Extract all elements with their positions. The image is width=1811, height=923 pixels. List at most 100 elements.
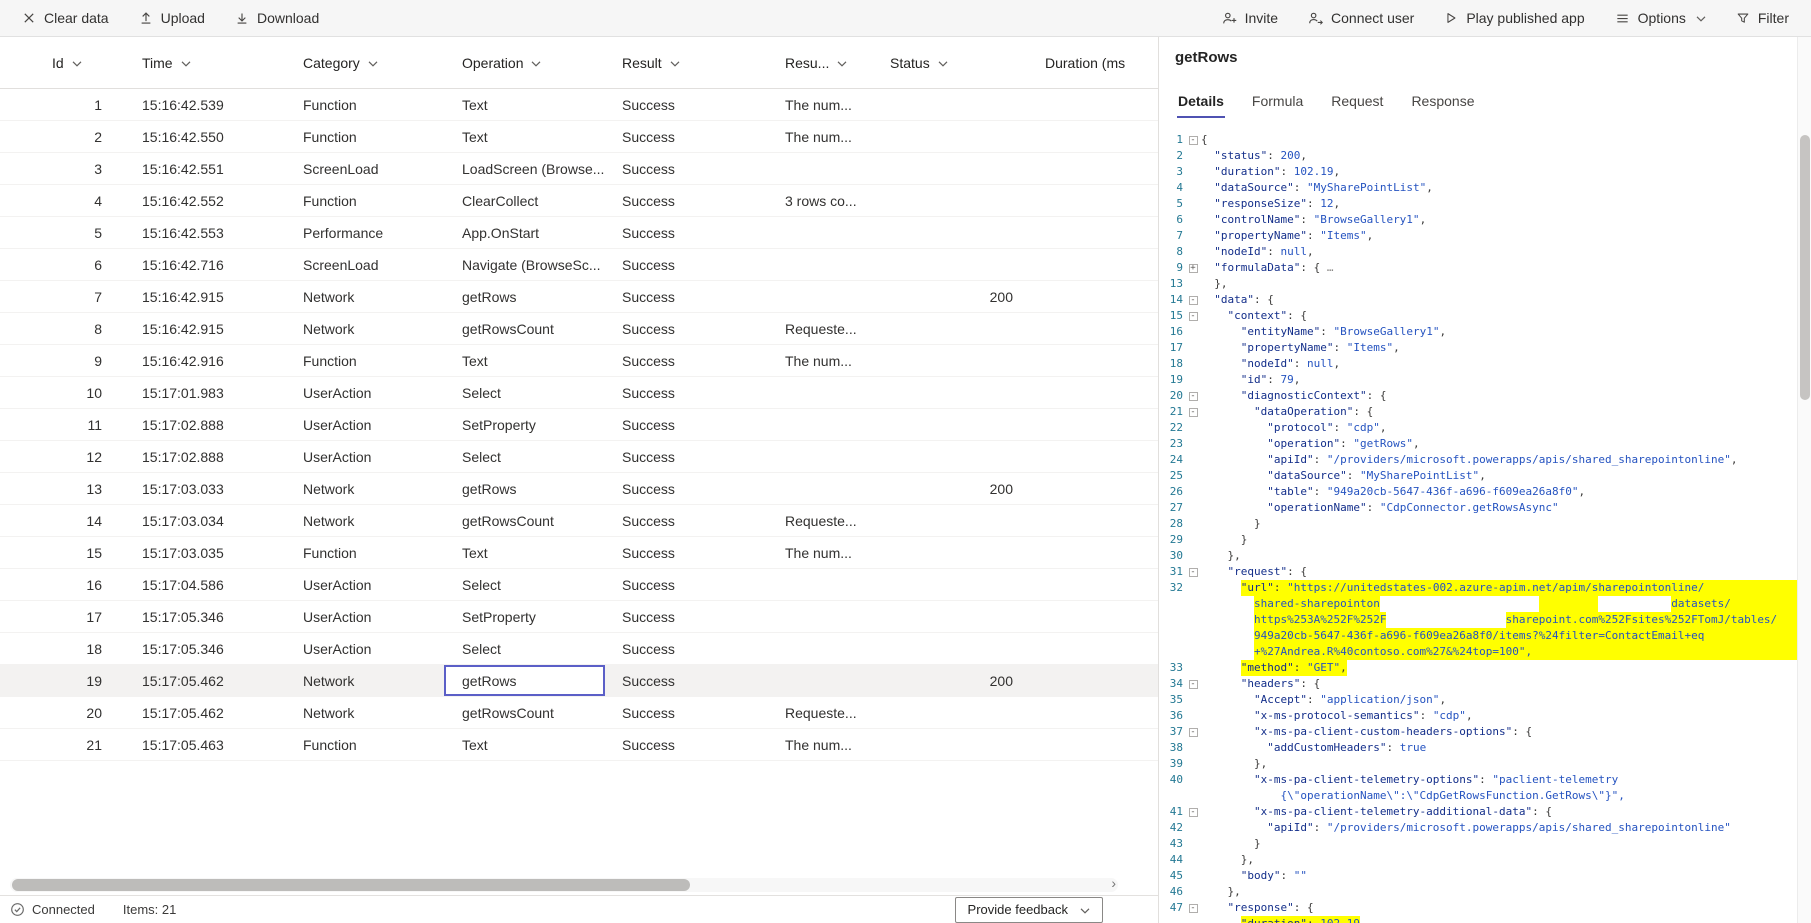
status-bar-left: Connected Items: 21	[10, 902, 176, 917]
collapse-icon[interactable]: -	[1189, 728, 1198, 737]
table-row[interactable]: 1115:17:02.888UserActionSetPropertySucce…	[0, 409, 1158, 441]
invite-button[interactable]: Invite	[1212, 3, 1288, 33]
collapse-icon[interactable]: -	[1189, 392, 1198, 401]
code-line-content: "propertyName": "Items",	[1201, 228, 1797, 244]
table-row[interactable]: 115:16:42.539FunctionTextSuccessThe num.…	[0, 89, 1158, 121]
column-header-id[interactable]: Id	[0, 37, 120, 88]
column-header-operation[interactable]: Operation	[444, 37, 605, 88]
table-row[interactable]: 1515:17:03.035FunctionTextSuccessThe num…	[0, 537, 1158, 569]
cell-duration	[1025, 569, 1158, 600]
code-token: "BrowseGallery1"	[1333, 324, 1439, 340]
expand-icon[interactable]: +	[1189, 264, 1198, 273]
table-row[interactable]: 615:16:42.716ScreenLoadNavigate (BrowseS…	[0, 249, 1158, 281]
fold-gutter	[1185, 916, 1201, 923]
code-token: "url"	[1241, 580, 1274, 596]
tab-formula[interactable]: Formula	[1251, 89, 1304, 118]
line-number: 40	[1159, 772, 1185, 788]
table-row[interactable]: 515:16:42.553PerformanceApp.OnStartSucce…	[0, 217, 1158, 249]
horizontal-scrollbar-thumb[interactable]	[12, 879, 690, 891]
indent	[1201, 420, 1267, 436]
indent	[1201, 676, 1241, 692]
table-row[interactable]: 415:16:42.552FunctionClearCollectSuccess…	[0, 185, 1158, 217]
table-row[interactable]: 1915:17:05.462NetworkgetRowsSuccess200	[0, 665, 1158, 697]
column-header-duration[interactable]: Duration (ms	[1025, 37, 1158, 88]
panel-title: getRows	[1175, 49, 1238, 66]
code-line: 20- "diagnosticContext": {	[1159, 388, 1797, 404]
column-header-result[interactable]: Result	[605, 37, 766, 88]
column-header-status[interactable]: Status	[871, 37, 1025, 88]
horizontal-scrollbar[interactable]: ›	[10, 878, 1118, 892]
download-button[interactable]: Download	[225, 3, 329, 33]
fold-gutter	[1185, 660, 1201, 676]
column-header-time[interactable]: Time	[120, 37, 283, 88]
tab-response[interactable]: Response	[1410, 89, 1475, 118]
collapse-icon[interactable]: -	[1189, 312, 1198, 321]
code-line: 39 },	[1159, 756, 1797, 772]
code-line: +%27Andrea.R%40contoso.com%27&%24top=100…	[1159, 644, 1797, 660]
cell-result: Success	[605, 89, 766, 120]
code-token: "responseSize"	[1214, 196, 1307, 212]
code-token: : {	[1512, 724, 1532, 740]
collapse-icon[interactable]: -	[1189, 568, 1198, 577]
cell-result: Success	[605, 729, 766, 760]
table-row[interactable]: 815:16:42.915NetworkgetRowsCountSuccessR…	[0, 313, 1158, 345]
table-row[interactable]: 2015:17:05.462NetworkgetRowsCountSuccess…	[0, 697, 1158, 729]
column-header-category[interactable]: Category	[283, 37, 444, 88]
fold-gutter: -	[1185, 292, 1201, 308]
json-code-viewer[interactable]: 1-{2 "status": 200,3 "duration": 102.19,…	[1159, 132, 1797, 923]
cell-duration	[1025, 217, 1158, 248]
collapse-icon[interactable]: -	[1189, 296, 1198, 305]
line-number: 2	[1159, 148, 1185, 164]
fold-gutter: -	[1185, 804, 1201, 820]
tab-details[interactable]: Details	[1177, 89, 1225, 118]
collapse-icon[interactable]: -	[1189, 904, 1198, 913]
collapse-icon[interactable]: -	[1189, 136, 1198, 145]
filter-button[interactable]: Filter	[1726, 3, 1799, 33]
table-row[interactable]: 215:16:42.550FunctionTextSuccessThe num.…	[0, 121, 1158, 153]
cell-operation[interactable]: getRows	[444, 665, 605, 696]
options-button[interactable]: Options	[1605, 3, 1716, 33]
indent	[1201, 820, 1267, 836]
connect-user-button[interactable]: Connect user	[1298, 3, 1424, 33]
upload-button[interactable]: Upload	[129, 3, 215, 33]
table-row[interactable]: 915:16:42.916FunctionTextSuccessThe num.…	[0, 345, 1158, 377]
collapse-icon[interactable]: -	[1189, 408, 1198, 417]
code-line-content: +%27Andrea.R%40contoso.com%27&%24top=100…	[1201, 644, 1797, 660]
fold-gutter	[1185, 580, 1201, 596]
table-row[interactable]: 1415:17:03.034NetworkgetRowsCountSuccess…	[0, 505, 1158, 537]
table-row[interactable]: 1615:17:04.586UserActionSelectSuccess	[0, 569, 1158, 601]
vertical-scrollbar[interactable]	[1797, 37, 1811, 923]
table-row[interactable]: 1015:17:01.983UserActionSelectSuccess	[0, 377, 1158, 409]
table-row[interactable]: 1215:17:02.888UserActionSelectSuccess	[0, 441, 1158, 473]
table-row[interactable]: 1315:17:03.033NetworkgetRowsSuccess200	[0, 473, 1158, 505]
clear-data-button[interactable]: Clear data	[12, 3, 119, 33]
scroll-right-icon[interactable]: ›	[1111, 875, 1116, 891]
indent	[1201, 708, 1254, 724]
line-number: 46	[1159, 884, 1185, 900]
cell-duration	[1025, 441, 1158, 472]
cell-status	[871, 313, 1025, 344]
fold-gutter	[1185, 212, 1201, 228]
fold-gutter	[1185, 436, 1201, 452]
table-row[interactable]: 715:16:42.915NetworkgetRowsSuccess200	[0, 281, 1158, 313]
provide-feedback-button[interactable]: Provide feedback	[955, 897, 1103, 923]
upload-label: Upload	[161, 10, 205, 26]
line-number: 47	[1159, 900, 1185, 916]
code-token: "body"	[1241, 868, 1281, 884]
cell-result: Success	[605, 537, 766, 568]
table-row[interactable]: 1815:17:05.346UserActionSelectSuccess	[0, 633, 1158, 665]
table-row[interactable]: 1715:17:05.346UserActionSetPropertySucce…	[0, 601, 1158, 633]
tab-request[interactable]: Request	[1330, 89, 1384, 118]
collapse-icon[interactable]: -	[1189, 680, 1198, 689]
cell-status: 200	[871, 473, 1025, 504]
code-token: :	[1294, 660, 1307, 676]
indent	[1201, 228, 1214, 244]
table-row[interactable]: 315:16:42.551ScreenLoadLoadScreen (Brows…	[0, 153, 1158, 185]
cell-result_detail: The num...	[766, 537, 871, 568]
line-number: 1	[1159, 132, 1185, 148]
table-row[interactable]: 2115:17:05.463FunctionTextSuccessThe num…	[0, 729, 1158, 761]
play-published-app-button[interactable]: Play published app	[1434, 3, 1594, 33]
column-header-result_detail[interactable]: Resu...	[766, 37, 871, 88]
collapse-icon[interactable]: -	[1189, 808, 1198, 817]
vertical-scrollbar-thumb[interactable]	[1800, 135, 1810, 400]
